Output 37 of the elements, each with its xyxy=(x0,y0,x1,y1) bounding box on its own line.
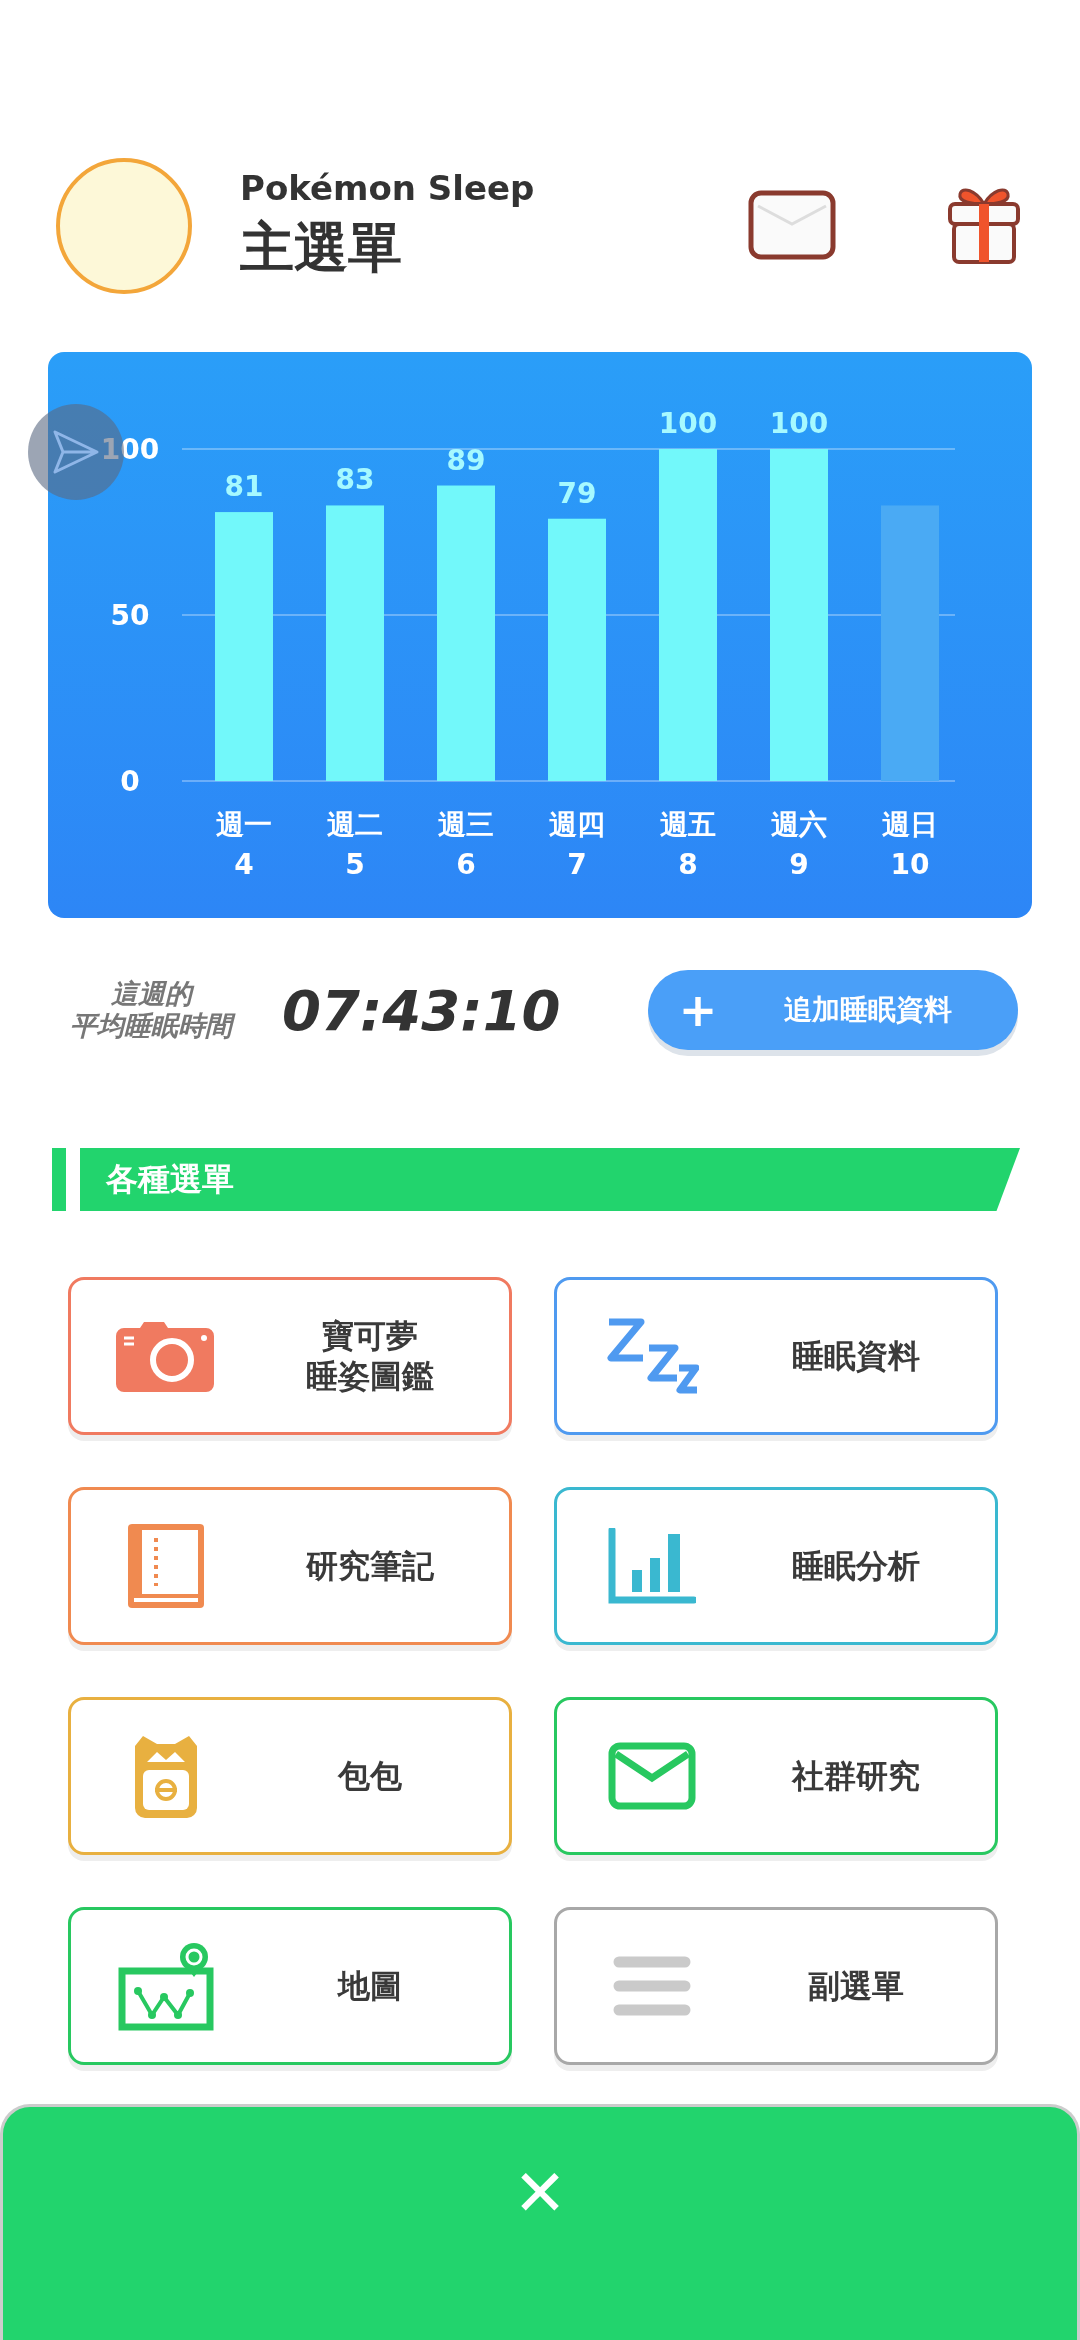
notebook-icon xyxy=(128,1524,204,1608)
axis-tick-label: 50 xyxy=(110,599,150,632)
mail-button[interactable] xyxy=(748,189,836,263)
weekday-label: 週二 xyxy=(327,808,383,841)
weekday-label: 週六 xyxy=(771,808,827,841)
envelope-icon xyxy=(608,1742,696,1810)
envelope-icon xyxy=(748,189,836,260)
app-name: Pokémon Sleep xyxy=(240,167,536,208)
weekday-label: 週三 xyxy=(438,808,494,841)
average-sleep-time: 07:43:10 xyxy=(282,977,562,1043)
date-label: 4 xyxy=(234,848,254,881)
axis-tick-label: 100 xyxy=(100,433,160,466)
weekday-label: 週一 xyxy=(216,808,272,841)
weekday-label: 週日 xyxy=(882,808,938,841)
sleep-zzz-icon xyxy=(605,1318,699,1394)
page-title: 主選單 xyxy=(240,214,403,281)
section-header: 各種選單 xyxy=(80,1148,1020,1211)
weekday-label: 週五 xyxy=(660,808,716,841)
map-icon xyxy=(118,1941,214,2031)
bar-value: 81 xyxy=(224,470,264,504)
bar-value: 100 xyxy=(658,407,718,440)
bar-value: 79 xyxy=(557,476,597,510)
section-stripe xyxy=(52,1148,66,1211)
bar-chart-icon xyxy=(608,1528,696,1604)
bar-value: 100 xyxy=(769,407,829,440)
axis-tick-label: 0 xyxy=(120,765,140,798)
date-label: 10 xyxy=(890,848,930,881)
bar-value: 83 xyxy=(335,463,375,497)
bar-value: 89 xyxy=(446,443,486,477)
paper-plane-icon xyxy=(52,429,100,475)
date-label: 6 xyxy=(456,848,476,881)
menu-icon xyxy=(613,1956,691,2016)
date-label: 9 xyxy=(789,848,809,881)
date-label: 8 xyxy=(678,848,698,881)
date-label: 5 xyxy=(345,848,365,881)
date-label: 7 xyxy=(567,848,587,881)
weekday-label: 週四 xyxy=(549,808,605,841)
